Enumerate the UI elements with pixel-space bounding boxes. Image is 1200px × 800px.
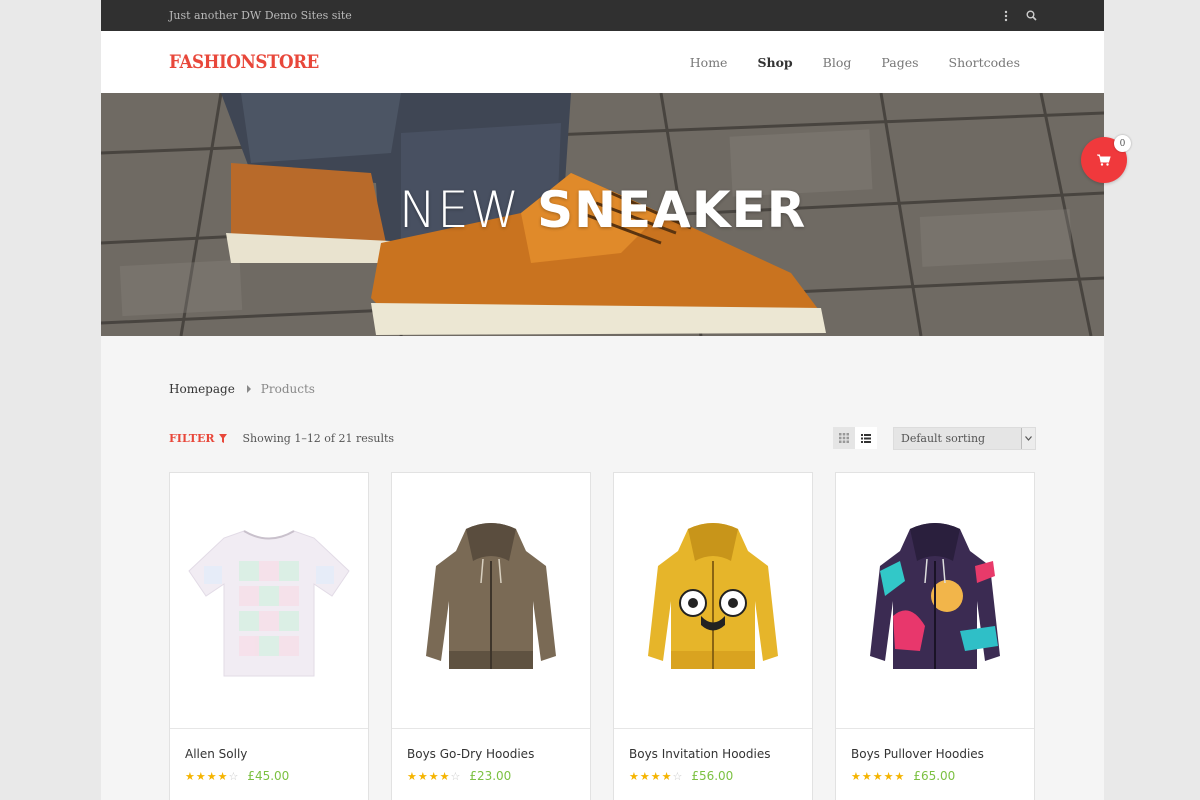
breadcrumb-home[interactable]: Homepage [169,382,235,396]
hero-title-bold: SNEAKER [537,181,807,239]
page-frame: Just another DW Demo Sites site FASHIONS… [101,0,1104,800]
nav-blog[interactable]: Blog [823,55,852,70]
product-name[interactable]: Boys Pullover Hoodies [851,747,1034,761]
star-rating: ★★★★☆ [185,769,240,783]
star-rating: ★★★★☆ [629,769,684,783]
product-image[interactable] [170,473,368,729]
nav-pages[interactable]: Pages [881,55,918,70]
grid-view-icon[interactable] [833,427,855,449]
funnel-icon [218,433,227,443]
product-meta: ★★★★☆ £56.00 [629,769,812,783]
chevron-down-icon [1021,427,1035,449]
product-image[interactable] [614,473,812,729]
product-meta: ★★★★☆ £45.00 [185,769,368,783]
site-header: FASHIONSTORE Home Shop Blog Pages Shortc… [101,31,1104,93]
product-price: £56.00 [691,769,734,783]
product-price: £23.00 [469,769,512,783]
product-card[interactable]: Allen Solly ★★★★☆ £45.00 [169,472,369,800]
breadcrumb-current: Products [260,382,315,396]
hero-banner: NEW SNEAKER [101,93,1104,336]
top-bar: Just another DW Demo Sites site [101,0,1104,31]
product-meta: ★★★★★ £65.00 [851,769,1034,783]
product-image[interactable] [836,473,1034,729]
sort-select[interactable]: Default sorting [893,426,1036,450]
filter-label: FILTER [169,431,215,445]
star-rating: ★★★★☆ [407,769,462,783]
product-card[interactable]: Boys Go-Dry Hoodies ★★★★☆ £23.00 [391,472,591,800]
cart-button[interactable]: 0 [1081,135,1131,183]
product-meta: ★★★★☆ £23.00 [407,769,590,783]
product-name[interactable]: Allen Solly [185,747,368,761]
site-logo[interactable]: FASHIONSTORE [169,51,319,73]
view-toggle [833,427,877,449]
product-grid: Allen Solly ★★★★☆ £45.00 Boys Go-Dry Hoo… [169,472,1036,800]
shopping-cart-icon [1097,154,1111,166]
product-name[interactable]: Boys Invitation Hoodies [629,747,812,761]
product-price: £65.00 [913,769,956,783]
cart-count-badge: 0 [1114,135,1131,152]
nav-shop[interactable]: Shop [757,55,792,70]
more-vertical-icon[interactable] [1004,10,1008,22]
top-bar-icons [1004,10,1037,22]
product-card[interactable]: Boys Pullover Hoodies ★★★★★ £65.00 [835,472,1035,800]
breadcrumb: Homepage Products [169,382,315,396]
filter-button[interactable]: FILTER [169,432,227,445]
product-name[interactable]: Boys Go-Dry Hoodies [407,747,590,761]
site-tagline: Just another DW Demo Sites site [169,9,352,22]
product-card[interactable]: Boys Invitation Hoodies ★★★★☆ £56.00 [613,472,813,800]
product-price: £45.00 [247,769,290,783]
hero-title-thin: NEW [398,181,521,239]
product-image[interactable] [392,473,590,729]
main-nav: Home Shop Blog Pages Shortcodes [660,55,1020,70]
hero-title: NEW SNEAKER [101,181,1104,239]
caret-right-icon [246,385,251,393]
nav-home[interactable]: Home [690,55,728,70]
nav-shortcodes[interactable]: Shortcodes [949,55,1020,70]
search-icon[interactable] [1026,10,1037,21]
list-view-icon[interactable] [855,427,877,449]
sort-selected-value: Default sorting [901,431,986,445]
shop-toolbar: FILTER Showing 1–12 of 21 results Defaul… [169,426,1036,450]
star-rating: ★★★★★ [851,769,906,783]
result-count: Showing 1–12 of 21 results [242,431,395,445]
